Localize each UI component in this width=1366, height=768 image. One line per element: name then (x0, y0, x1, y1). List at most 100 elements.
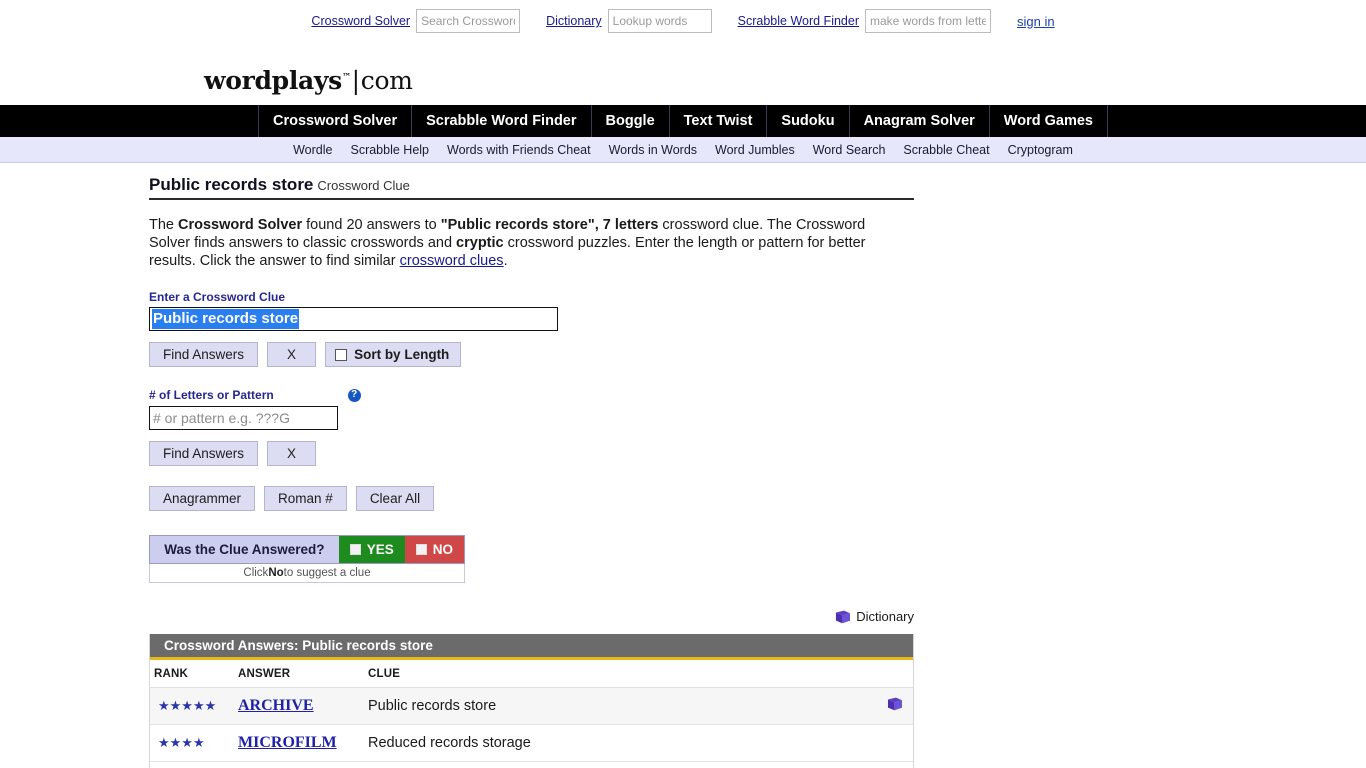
blurb-bold-cryptic: cryptic (456, 235, 504, 251)
clue-answered-bar: Was the Clue Answered? YES NO (149, 535, 465, 564)
subnav-item-scrabble-cheat[interactable]: Scrabble Cheat (894, 143, 998, 157)
crossword-search-input[interactable] (416, 9, 521, 33)
clear-pattern-button[interactable]: X (267, 441, 317, 466)
page-title: Public records store (149, 175, 314, 194)
logo-bar: | (351, 66, 360, 95)
clear-all-button[interactable]: Clear All (355, 486, 435, 511)
results-table: RANK ANSWER CLUE ★★★★★ ARCHIVE Public re… (150, 660, 913, 768)
nav-item-sudoku[interactable]: Sudoku (767, 105, 850, 137)
subnav-item-word-jumbles[interactable]: Word Jumbles (706, 143, 804, 157)
tools-button-row: Anagrammer Roman # Clear All (149, 486, 1366, 511)
roman-numeral-button[interactable]: Roman # (264, 486, 347, 511)
dictionary-link-row[interactable]: Dictionary (149, 609, 914, 624)
sort-by-length-label: Sort by Length (354, 347, 450, 362)
answer-cell[interactable]: ARCHIVE (238, 687, 368, 725)
dictionary-lookup-input[interactable] (607, 9, 712, 33)
rank-cell: ★★★★ (150, 724, 238, 762)
top-scrabble-word-finder-link[interactable]: Scrabble Word Finder (738, 14, 859, 28)
scrabble-letters-input[interactable] (865, 9, 991, 33)
clue-input-label: Enter a Crossword Clue (149, 290, 286, 304)
nav-item-scrabble-word-finder[interactable]: Scrabble Word Finder (412, 105, 592, 137)
book-icon[interactable] (886, 697, 903, 711)
sort-by-length-toggle[interactable]: Sort by Length (325, 342, 462, 367)
table-row[interactable]: ★★★★★ ARCHIVE Public records store (150, 687, 913, 725)
crossword-clues-link[interactable]: crossword clues (400, 253, 504, 269)
subnav-item-word-search[interactable]: Word Search (804, 143, 895, 157)
logo-com: com (360, 66, 413, 95)
note-text-bold: No (268, 567, 284, 579)
column-header-answer: ANSWER (238, 660, 368, 688)
clue-input-value: Public records store (152, 309, 300, 329)
anagrammer-button[interactable]: Anagrammer (149, 486, 256, 511)
pattern-button-row: Find Answers X (149, 441, 1366, 466)
nav-item-text-twist[interactable]: Text Twist (670, 105, 768, 137)
pattern-input-label: # of Letters or Pattern (149, 388, 274, 402)
answer-link[interactable]: MICROFILM (238, 734, 337, 751)
site-logo[interactable]: wordplays™|com (0, 38, 1366, 105)
main-navigation: Crossword Solver Scrabble Word Finder Bo… (0, 105, 1366, 137)
nav-item-word-games[interactable]: Word Games (990, 105, 1108, 137)
no-checkbox[interactable] (415, 544, 427, 555)
top-crossword-solver-link[interactable]: Crossword Solver (311, 14, 410, 28)
answer-link[interactable]: ARCHIVE (238, 697, 314, 714)
sub-navigation: Wordle Scrabble Help Words with Friends … (0, 137, 1366, 163)
clue-answered-widget: Was the Clue Answered? YES NO Click No t… (149, 535, 1366, 583)
clue-answered-question: Was the Clue Answered? (150, 536, 339, 563)
row-dictionary-cell (869, 724, 913, 762)
results-header: Crossword Answers: Public records store (150, 634, 913, 660)
subnav-item-scrabble-help[interactable]: Scrabble Help (341, 143, 438, 157)
subnav-item-cryptogram[interactable]: Cryptogram (999, 143, 1082, 157)
clear-clue-button[interactable]: X (267, 342, 317, 367)
top-dictionary-link[interactable]: Dictionary (546, 14, 602, 28)
nav-item-crossword-solver[interactable]: Crossword Solver (258, 105, 413, 137)
subnav-item-wordle[interactable]: Wordle (284, 143, 341, 157)
note-text-pre: Click (243, 567, 269, 579)
logo-tm: ™ (341, 72, 351, 83)
results-panel: Crossword Answers: Public records store … (149, 634, 914, 768)
blurb-bold-clue: "Public records store", 7 letters (440, 217, 659, 233)
clue-button-row: Find Answers X Sort by Length (149, 342, 1366, 367)
main-content: Public records store Crossword Clue The C… (0, 163, 1366, 768)
empty-cell (238, 762, 368, 768)
blurb-text-5: . (503, 253, 508, 269)
table-row[interactable]: ★★★★ MICROFILM Reduced records storage (150, 724, 913, 762)
nav-item-anagram-solver[interactable]: Anagram Solver (850, 105, 990, 137)
yes-checkbox[interactable] (349, 544, 361, 555)
book-icon (834, 610, 851, 624)
clue-input[interactable]: Public records store (149, 307, 558, 331)
nav-item-boggle[interactable]: Boggle (592, 105, 670, 137)
sort-by-length-checkbox[interactable] (335, 348, 348, 361)
rank-cell: ★★★★★ (150, 687, 238, 725)
help-icon[interactable]: ? (347, 388, 361, 402)
answered-no-button[interactable]: NO (404, 536, 464, 563)
empty-cell (869, 762, 913, 768)
table-header-row: RANK ANSWER CLUE (150, 660, 913, 688)
rank-stars: ★★★★ (158, 735, 205, 750)
answer-cell[interactable]: MICROFILM (238, 724, 368, 762)
pattern-input[interactable]: # or pattern e.g. ???G (149, 406, 338, 430)
blurb-text-2: found 20 answers to (302, 217, 441, 233)
intro-paragraph: The Crossword Solver found 20 answers to… (149, 216, 899, 270)
clue-answered-note: Click No to suggest a clue (149, 564, 465, 583)
blurb-text-1: The (149, 217, 179, 233)
top-utility-bar: Crossword Solver Dictionary Scrabble Wor… (0, 0, 1366, 38)
blurb-bold-solver: Crossword Solver (178, 217, 303, 233)
empty-cell (150, 762, 238, 768)
column-header-icon (869, 660, 913, 688)
column-header-clue: CLUE (368, 660, 869, 688)
answered-no-label: NO (432, 542, 453, 557)
pattern-input-label-row: # of Letters or Pattern ? (149, 388, 1366, 402)
rank-stars: ★★★★★ (158, 698, 217, 713)
sign-in-link[interactable]: sign in (1017, 14, 1055, 29)
dictionary-link-label[interactable]: Dictionary (856, 609, 914, 624)
answered-yes-button[interactable]: YES (338, 536, 405, 563)
subnav-item-words-with-friends-cheat[interactable]: Words with Friends Cheat (438, 143, 600, 157)
find-answers-button-pattern[interactable]: Find Answers (149, 441, 259, 466)
logo-name: wordplays (204, 66, 342, 95)
row-dictionary-cell[interactable] (869, 687, 913, 725)
find-answers-button-clue[interactable]: Find Answers (149, 342, 259, 367)
page-subtitle: Crossword Clue (317, 178, 410, 193)
clue-cell: Public records store (368, 687, 869, 725)
column-header-rank: RANK (150, 660, 238, 688)
subnav-item-words-in-words[interactable]: Words in Words (600, 143, 706, 157)
